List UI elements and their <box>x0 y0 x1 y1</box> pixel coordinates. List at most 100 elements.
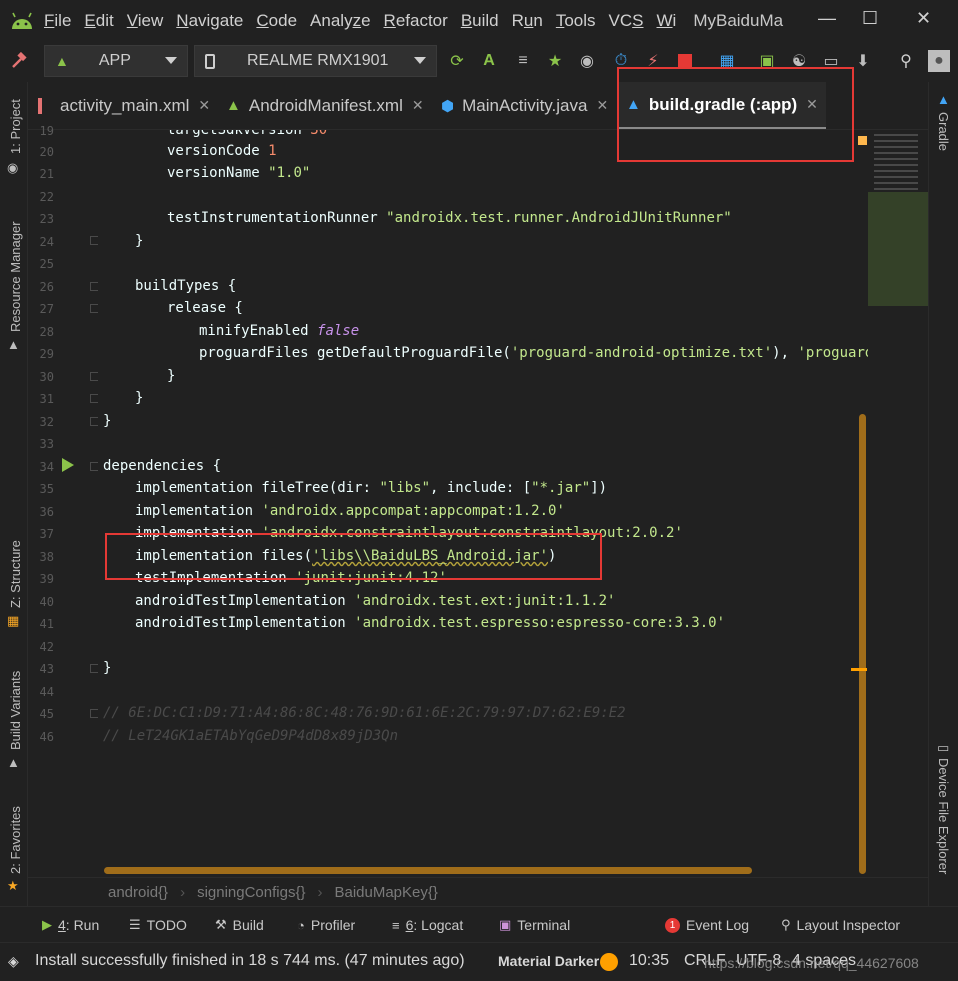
todo-tool-button[interactable]: ☰ TODO <box>129 917 187 933</box>
line-number: 43 <box>39 662 54 676</box>
inspector-icon: ⚲ <box>781 917 791 932</box>
menu-vcs[interactable]: VCS <box>609 11 644 31</box>
line-number: 22 <box>39 190 54 204</box>
line-number: 29 <box>39 347 54 361</box>
code-line-27: release { <box>167 300 243 316</box>
breadcrumb-item[interactable]: signingConfigs{} <box>197 884 305 901</box>
sdk-manager-icon[interactable]: ⬇ <box>852 50 874 72</box>
breadcrumb: android{} › signingConfigs{} › BaiduMapK… <box>28 877 928 906</box>
android-studio-logo-icon <box>0 0 44 42</box>
breadcrumb-item[interactable]: BaiduMapKey{} <box>334 884 437 901</box>
line-number: 35 <box>39 482 54 496</box>
project-tool-tab[interactable]: 1: Project <box>8 99 23 154</box>
code-line-29: proguardFiles getDefaultProguardFile('pr… <box>199 345 868 361</box>
line-number: 32 <box>39 415 54 429</box>
logcat-icon: ≡ <box>392 917 400 933</box>
apply-code-changes-icon[interactable]: ≡ <box>512 50 534 72</box>
play-icon: ▶ <box>42 917 52 932</box>
terminal-tool-button[interactable]: ▣ Terminal <box>499 917 570 933</box>
search-icon[interactable]: ⚲ <box>895 50 917 72</box>
chevron-right-icon: › <box>180 883 186 901</box>
menu-file[interactable]: File <box>44 11 71 31</box>
gauge-icon: ◔ <box>297 917 305 933</box>
debug-icon[interactable]: ★ <box>544 50 566 72</box>
minimize-icon[interactable]: — <box>818 8 836 29</box>
code-line-43: } <box>103 660 112 676</box>
annotation-box <box>617 67 854 162</box>
profiler-tool-button[interactable]: ◔ Profiler <box>297 917 355 933</box>
vertical-scrollbar[interactable] <box>859 414 866 874</box>
status-icon[interactable]: ◈ <box>8 953 19 970</box>
code-line-19: targetSdkVersion 30 <box>167 130 328 138</box>
list-icon: ☰ <box>129 917 141 932</box>
tab-main-activity[interactable]: ⬢ MainActivity.java ✕ <box>441 82 608 129</box>
logcat-tool-button[interactable]: ≡ 6: Logcat <box>392 917 463 933</box>
run-config-select[interactable]: ▲ APP <box>44 45 188 77</box>
menu-edit[interactable]: Edit <box>84 11 113 31</box>
close-icon[interactable]: ✕ <box>916 8 931 29</box>
resource-manager-tool-tab[interactable]: Resource Manager <box>8 221 23 332</box>
chevron-down-icon <box>165 57 177 64</box>
hammer-icon[interactable] <box>8 50 30 72</box>
tab-activity-main[interactable]: activity_main.xml ✕ <box>38 82 210 129</box>
line-number: 36 <box>39 505 54 519</box>
caret-position[interactable]: 10:35 <box>629 952 669 970</box>
menu-refactor[interactable]: Refactor <box>384 11 448 31</box>
close-icon[interactable]: ✕ <box>412 97 424 114</box>
gradle-tool-tab[interactable]: Gradle <box>936 112 951 151</box>
device-select[interactable]: REALME RMX1901 <box>194 45 437 77</box>
avatar[interactable]: ● <box>928 50 950 72</box>
code-line-45: // 6E:DC:C1:D9:71:A4:86:8C:48:76:9D:61:6… <box>103 705 626 721</box>
layout-inspector-tool-button[interactable]: ⚲ Layout Inspector <box>781 917 900 933</box>
theme-label[interactable]: Material Darker <box>498 953 599 969</box>
tab-android-manifest[interactable]: ▲ AndroidManifest.xml ✕ <box>226 82 424 129</box>
status-message[interactable]: Install successfully finished in 18 s 74… <box>35 952 465 970</box>
tab-label: AndroidManifest.xml <box>248 95 403 115</box>
menu-run[interactable]: Run <box>512 11 543 31</box>
run-gutter-icon[interactable] <box>62 458 74 472</box>
editor-gutter: 19 20 21 22 23 24 25 26 27 28 29 30 31 3… <box>28 124 99 877</box>
caret-marker <box>851 668 867 671</box>
build-variants-tool-tab[interactable]: Build Variants <box>8 671 23 750</box>
code-editor[interactable]: targetSdkVersion 30 versionCode 1 versio… <box>98 130 868 877</box>
menu-bar: File Edit View Navigate Code Analyze Ref… <box>0 0 958 42</box>
run-tool-button[interactable]: ▶ 4: Run <box>42 917 99 933</box>
menu-navigate[interactable]: Navigate <box>176 11 243 31</box>
sync-icon[interactable]: ⟳ <box>446 50 468 72</box>
menu-view[interactable]: View <box>127 11 164 31</box>
apply-changes-icon[interactable]: A <box>478 50 500 72</box>
terminal-icon: ▣ <box>499 917 512 932</box>
favorites-tool-tab[interactable]: 2: Favorites <box>8 806 23 874</box>
line-number: 45 <box>39 707 54 721</box>
menu-code[interactable]: Code <box>256 11 297 31</box>
line-number: 30 <box>39 370 54 384</box>
code-line-20: versionCode 1 <box>167 143 277 159</box>
device-file-explorer-tool-tab[interactable]: Device File Explorer <box>936 758 951 874</box>
menu-build[interactable]: Build <box>461 11 499 31</box>
structure-tool-tab[interactable]: Z: Structure <box>8 540 23 608</box>
line-number: 33 <box>39 437 54 451</box>
profile-icon[interactable]: ◉ <box>576 50 598 72</box>
event-log-tool-button[interactable]: 1 Event Log <box>665 917 749 933</box>
run-config-label: APP <box>98 52 131 69</box>
build-tool-button[interactable]: ⚒ Build <box>215 917 264 933</box>
line-number: 44 <box>39 685 54 699</box>
horizontal-scrollbar[interactable] <box>104 867 752 874</box>
warning-marker <box>858 136 867 145</box>
right-tool-strip: ▲ Gradle ▭ Device File Explorer <box>928 82 958 906</box>
close-icon[interactable]: ✕ <box>596 97 608 114</box>
code-line-31: } <box>135 390 144 406</box>
code-line-41: androidTestImplementation 'androidx.test… <box>135 615 726 631</box>
minimap[interactable] <box>851 130 928 877</box>
code-line-32: } <box>103 413 112 429</box>
line-number: 42 <box>39 640 54 654</box>
maximize-icon[interactable]: ☐ <box>862 8 878 29</box>
code-line-46: // LeT24GK1aETAbYqGeD9P4dD8x89jD3Qn <box>103 728 399 744</box>
window-title: MyBaiduMa <box>693 11 784 30</box>
close-icon[interactable]: ✕ <box>198 97 210 114</box>
menu-tools[interactable]: Tools <box>556 11 596 31</box>
line-number: 40 <box>39 595 54 609</box>
menu-window[interactable]: Wi <box>657 11 677 31</box>
menu-analyze[interactable]: Analyze <box>310 11 371 31</box>
breadcrumb-item[interactable]: android{} <box>108 884 168 901</box>
